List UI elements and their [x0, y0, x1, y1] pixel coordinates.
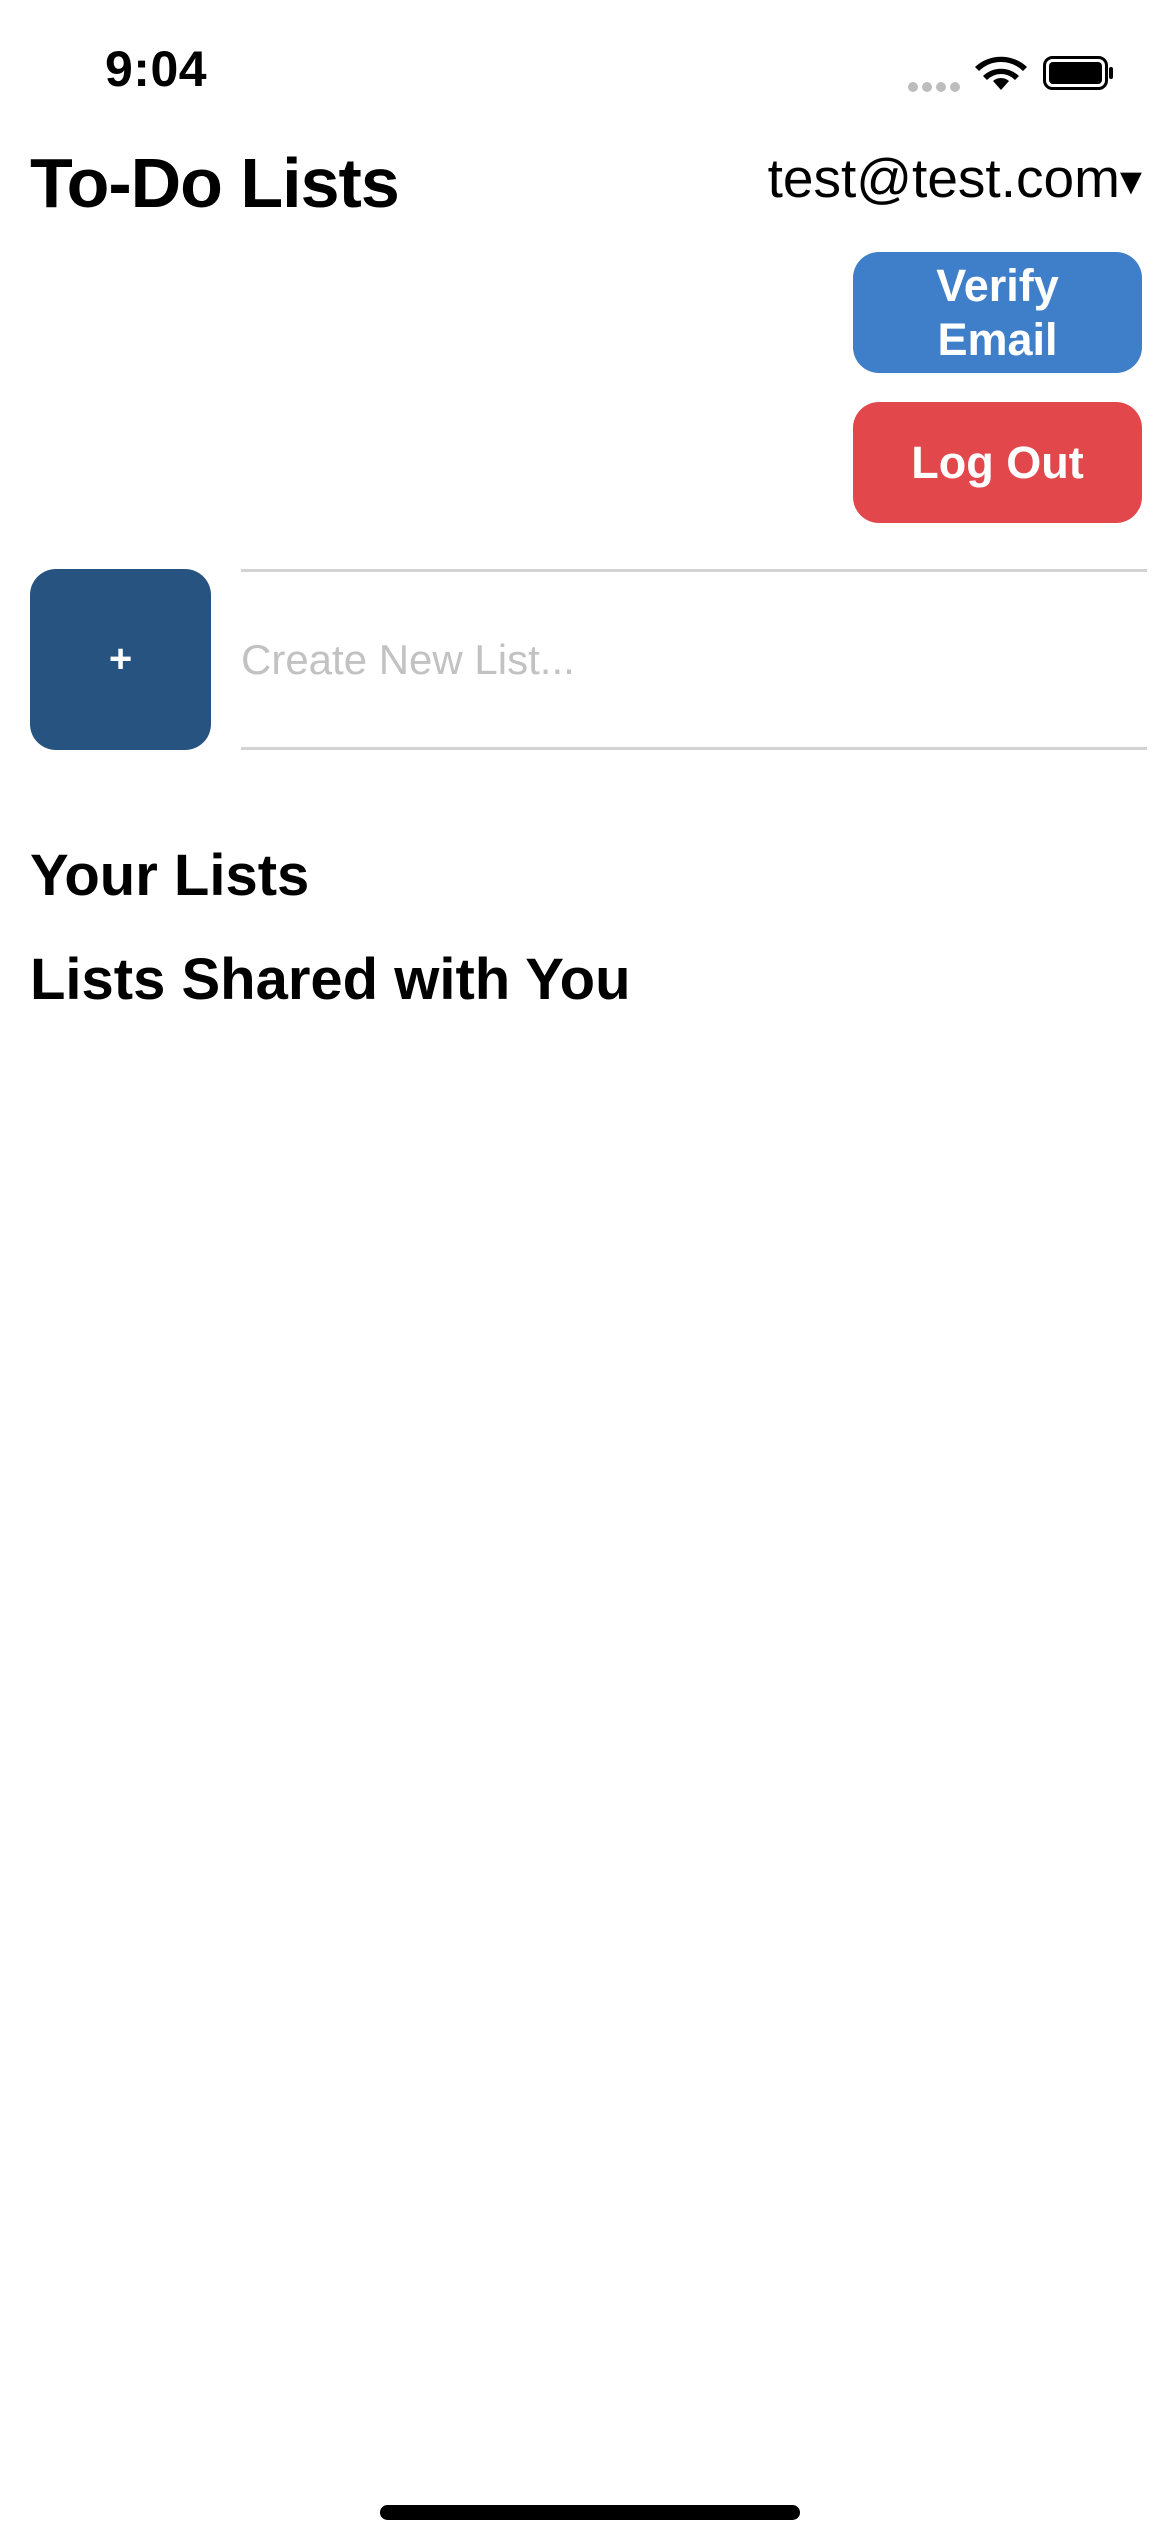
page-title: To-Do Lists [30, 144, 400, 222]
account-menu[interactable]: test@test.com▾ [768, 146, 1142, 210]
status-bar: 9:04 [0, 0, 1170, 150]
chevron-down-icon: ▾ [1119, 156, 1142, 205]
new-list-input[interactable] [241, 569, 1147, 750]
add-list-button[interactable]: + [30, 569, 211, 750]
home-indicator[interactable] [380, 2505, 800, 2520]
log-out-button[interactable]: Log Out [853, 402, 1142, 523]
shared-lists-heading: Lists Shared with You [30, 947, 631, 1012]
wifi-icon [975, 56, 1027, 90]
account-email: test@test.com [767, 147, 1120, 209]
your-lists-heading: Your Lists [30, 843, 310, 908]
verify-email-button[interactable]: Verify Email [853, 252, 1142, 373]
status-time: 9:04 [105, 41, 208, 97]
signal-dots-icon [908, 82, 960, 92]
battery-icon [1043, 56, 1113, 90]
